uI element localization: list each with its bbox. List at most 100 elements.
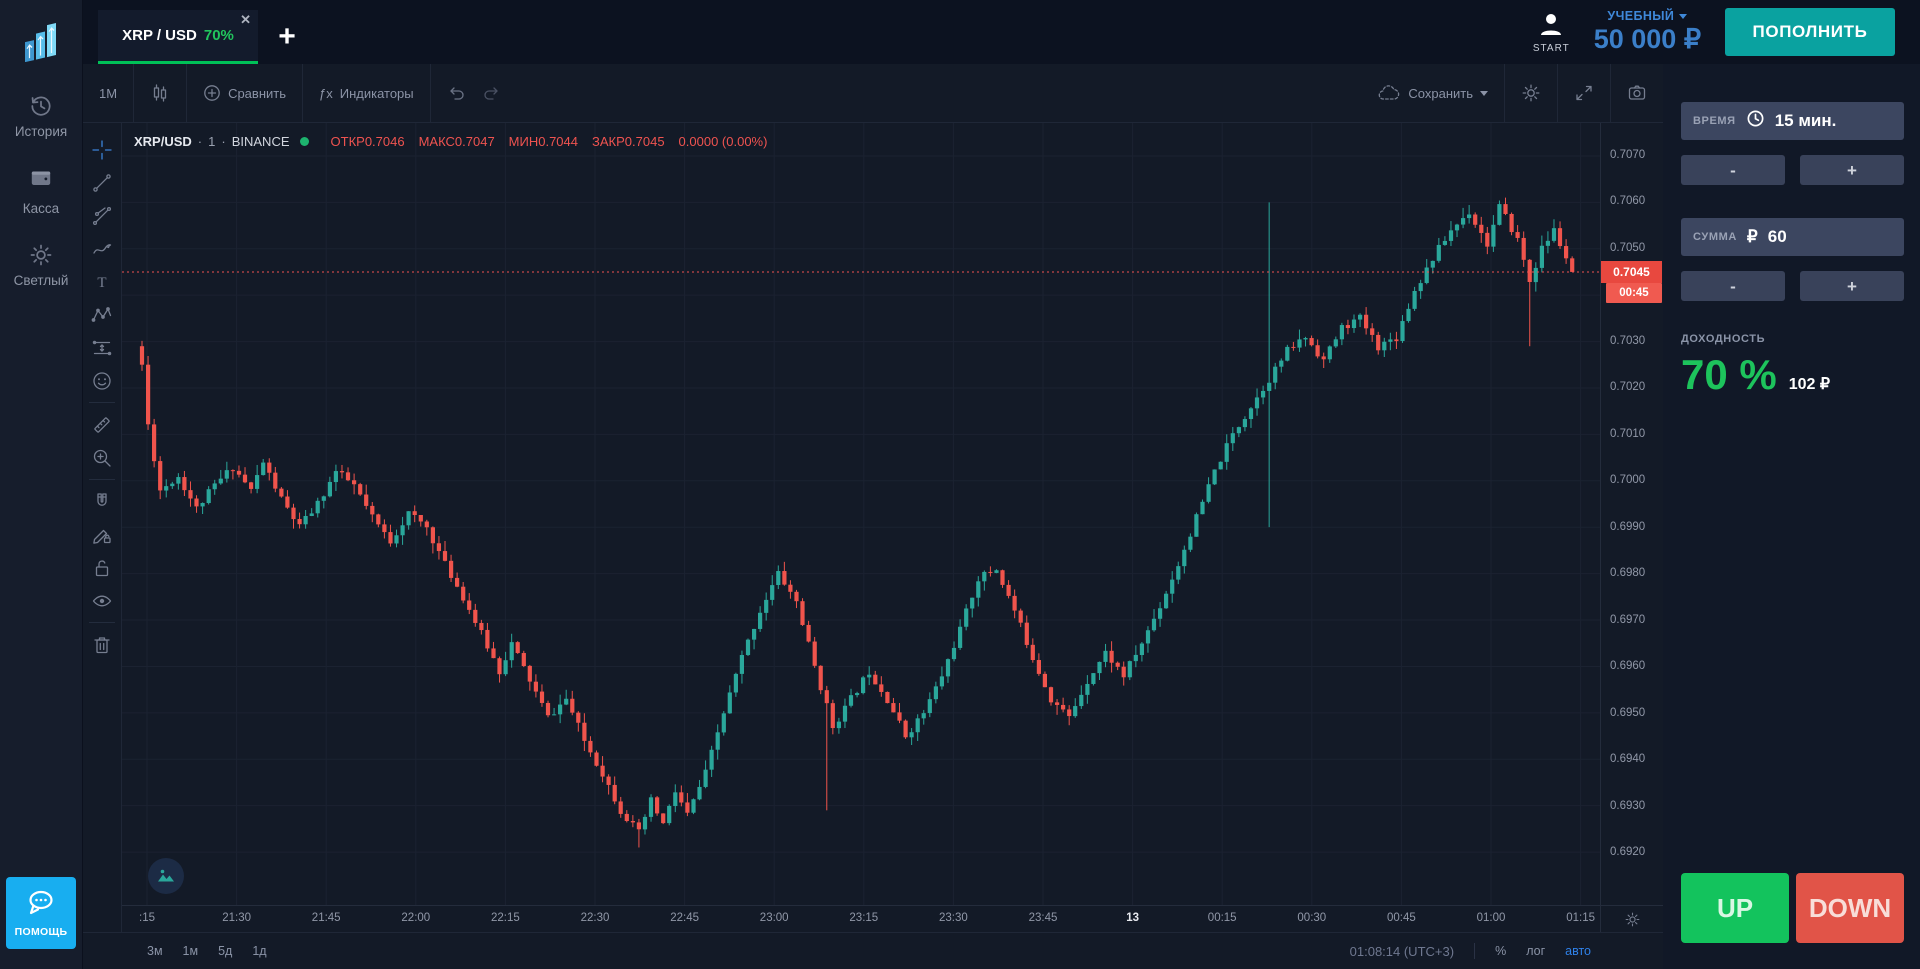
sidebar-item-history[interactable]: История [15, 93, 67, 139]
range-button-3м[interactable]: 3м [147, 944, 163, 958]
price-axis[interactable]: 0.70700.70600.70500.70400.70300.70200.70… [1600, 123, 1663, 905]
trend-line-tool[interactable] [87, 166, 117, 199]
down-button[interactable]: DOWN [1796, 873, 1904, 943]
compare-label: Сравнить [228, 86, 286, 101]
price-tick: 0.7030 [1610, 335, 1645, 347]
indicators-button[interactable]: ƒx Индикаторы [303, 64, 430, 122]
sidebar-item-label: История [15, 124, 67, 139]
cloud-icon [1377, 84, 1401, 102]
legend-symbol: XRP/USD [134, 134, 192, 149]
help-button[interactable]: ПОМОЩЬ [6, 877, 76, 949]
deposit-button[interactable]: ПОПОЛНИТЬ [1725, 8, 1895, 56]
price-tick: 0.6960 [1610, 660, 1645, 672]
auto-scale-toggle[interactable]: авто [1565, 944, 1591, 958]
compare-button[interactable]: Сравнить [187, 64, 302, 122]
session-clock[interactable]: 01:08:14 (UTC+3) [1350, 944, 1454, 959]
time-tick: 23:30 [925, 912, 981, 924]
drawing-mode-tool[interactable] [87, 518, 117, 551]
text-tool[interactable]: T [87, 265, 117, 298]
expiry-countdown-tag: 00:45 [1606, 283, 1662, 303]
time-tick: 00:15 [1194, 912, 1250, 924]
hide-drawings-eye-tool[interactable] [87, 584, 117, 617]
range-button-1м[interactable]: 1м [183, 944, 199, 958]
time-tick: 21:45 [298, 912, 354, 924]
ruble-icon: ₽ [1747, 227, 1758, 247]
log-scale-toggle[interactable]: лог [1526, 944, 1545, 958]
time-minus-button[interactable]: - [1681, 155, 1785, 185]
price-tick: 0.6930 [1610, 800, 1645, 812]
time-tick: 21:30 [209, 912, 265, 924]
range-button-1д[interactable]: 1д [252, 944, 266, 958]
time-tick: 22:30 [567, 912, 623, 924]
price-tick: 0.6920 [1610, 846, 1645, 858]
magnet-tool[interactable] [87, 485, 117, 518]
zoom-in-tool[interactable] [87, 441, 117, 474]
position-tool[interactable] [87, 331, 117, 364]
candlestick-chart[interactable] [122, 123, 1600, 905]
clock-icon [1746, 109, 1765, 133]
asset-tab-xrp-usd[interactable]: XRP / USD 70% ✕ [98, 10, 258, 64]
emoji-tool[interactable] [87, 364, 117, 397]
pattern-xabcd-tool[interactable] [87, 298, 117, 331]
account-avatar[interactable]: START [1533, 11, 1570, 54]
interval-button[interactable]: 1М [83, 64, 133, 122]
amount-field-value: 60 [1768, 227, 1787, 247]
ruler-tool[interactable] [87, 408, 117, 441]
chart-settings-button[interactable] [1505, 64, 1557, 122]
remove-drawings-trash-tool[interactable] [87, 628, 117, 661]
lock-tool[interactable] [87, 551, 117, 584]
time-tick: 23:15 [836, 912, 892, 924]
save-layout-button[interactable]: Сохранить [1361, 64, 1504, 122]
chart-footer: 3м 1м 5д 1д 01:08:14 (UTC+3) % лог авто [83, 932, 1663, 969]
payout-section: ДОХОДНОСТЬ 70 % 102 ₽ [1681, 333, 1904, 399]
fullscreen-icon[interactable] [1558, 64, 1610, 122]
svg-text:T: T [97, 275, 106, 291]
brush-tool[interactable] [87, 232, 117, 265]
legend-interval: 1 [208, 134, 215, 149]
price-tick: 0.7000 [1610, 474, 1645, 486]
undo-button[interactable] [431, 64, 481, 122]
time-field[interactable]: ВРЕМЯ 15 мин. [1681, 102, 1904, 140]
price-tick: 0.7020 [1610, 381, 1645, 393]
fx-icon: ƒx [319, 86, 333, 101]
amount-minus-button[interactable]: - [1681, 271, 1785, 301]
crosshair-tool[interactable] [87, 133, 117, 166]
percent-scale-toggle[interactable]: % [1495, 944, 1506, 958]
trading-app: История Касса Светлый [0, 0, 1920, 969]
drawing-toolbar: T [83, 123, 122, 932]
fib-tool[interactable] [87, 199, 117, 232]
price-tick: 0.7070 [1610, 149, 1645, 161]
up-button[interactable]: UP [1681, 873, 1789, 943]
chart-type-button[interactable] [134, 64, 186, 122]
time-tick: 22:45 [657, 912, 713, 924]
topbar: XRP / USD 70% ✕ + START У [83, 0, 1920, 64]
market-status-dot [300, 137, 309, 146]
chevron-down-icon [1480, 91, 1488, 96]
sidebar-item-cashier[interactable]: Касса [23, 165, 59, 216]
range-button-5д[interactable]: 5д [218, 944, 232, 958]
time-tick: 00:30 [1284, 912, 1340, 924]
time-axis[interactable]: :1521:3021:4522:0022:1522:3022:4523:0023… [122, 905, 1600, 932]
trade-panel: ВРЕМЯ 15 мин. - + СУММА ₽ 60 [1663, 64, 1920, 969]
symbol-watermark-badge[interactable] [148, 858, 184, 894]
screenshot-camera-icon[interactable] [1611, 64, 1663, 122]
balance-selector[interactable]: УЧЕБНЫЙ 50 000 ₽ [1594, 9, 1701, 55]
sidebar-item-theme[interactable]: Светлый [14, 242, 69, 288]
tab-close-icon[interactable]: ✕ [240, 12, 251, 28]
time-field-label: ВРЕМЯ [1693, 115, 1736, 127]
price-tick: 0.7010 [1610, 428, 1645, 440]
chat-icon [24, 888, 58, 923]
amount-field[interactable]: СУММА ₽ 60 [1681, 218, 1904, 256]
amount-plus-button[interactable]: + [1800, 271, 1904, 301]
candlestick-icon [150, 83, 170, 103]
chart-area[interactable]: XRP/USD · 1 · BINANCE ОТКР0.7046 МАКС0.7… [122, 123, 1663, 932]
axis-settings-gear-icon[interactable] [1600, 905, 1663, 932]
time-plus-button[interactable]: + [1800, 155, 1904, 185]
legend-change: 0.0000 (0.00%) [679, 134, 768, 149]
redo-button[interactable] [481, 64, 517, 122]
payout-label: ДОХОДНОСТЬ [1681, 333, 1904, 345]
balance-value: 50 000 ₽ [1594, 24, 1701, 55]
time-tick: 22:15 [477, 912, 533, 924]
sidebar: История Касса Светлый [0, 0, 83, 969]
add-tab-button[interactable]: + [258, 10, 316, 64]
